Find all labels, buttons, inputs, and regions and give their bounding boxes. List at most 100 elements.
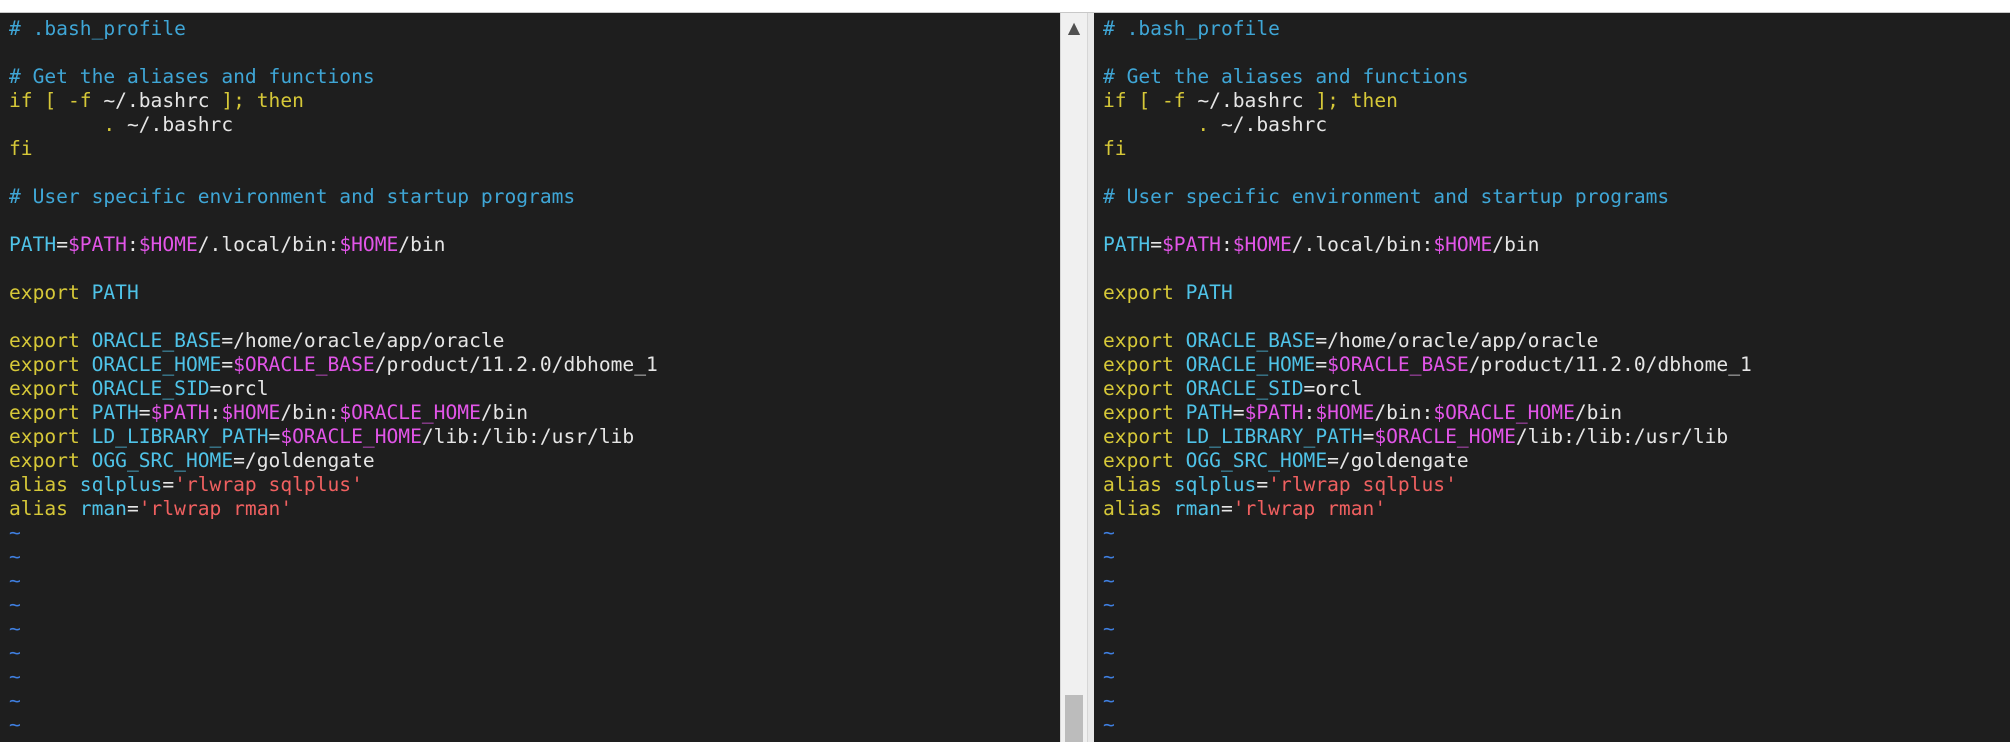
left-editor-line: ~	[9, 665, 658, 689]
code-token-comment: # User specific environment and startup …	[1103, 185, 1670, 208]
right-editor-line: if [ -f ~/.bashrc ]; then	[1103, 89, 1752, 113]
code-token-text: /lib:/lib:/usr/lib	[1515, 425, 1729, 448]
scrollbar-thumb[interactable]	[1065, 695, 1083, 742]
code-token-tilde: ~	[1103, 665, 1115, 688]
code-token-keyword: export	[9, 401, 92, 424]
code-token-string: 'rlwrap sqlplus'	[174, 473, 363, 496]
code-token-keyword: ]; then	[209, 89, 304, 112]
code-token-ident: PATH	[91, 281, 139, 304]
code-token-keyword: export	[9, 449, 92, 472]
code-token-text: =/home/oracle/app/oracle	[1315, 329, 1599, 352]
right-editor-line	[1103, 209, 1752, 233]
code-token-keyword: fi	[9, 137, 33, 160]
code-token-tilde: ~	[1103, 569, 1115, 592]
code-token-ident: rman	[79, 497, 127, 520]
code-token-text: ~/.bashrc	[1220, 113, 1328, 136]
code-token-tilde: ~	[9, 617, 21, 640]
right-editor-pane[interactable]: # .bash_profile # Get the aliases and fun…	[1094, 13, 2010, 742]
code-token-keyword: export	[1103, 329, 1186, 352]
left-editor-line: ~	[9, 569, 658, 593]
code-token-text: ~/.bashrc	[126, 113, 234, 136]
code-token-ident: ORACLE_SID	[1185, 377, 1304, 400]
code-token-ident: ORACLE_HOME	[1185, 353, 1316, 376]
code-token-text: :	[1220, 233, 1233, 256]
left-editor-line: if [ -f ~/.bashrc ]; then	[9, 89, 658, 113]
right-editor-line: export ORACLE_SID=orcl	[1103, 377, 1752, 401]
left-editor-line	[9, 41, 658, 65]
code-token-var: $HOME	[1433, 233, 1493, 256]
left-editor-pane[interactable]: # .bash_profile # Get the aliases and fun…	[0, 13, 1060, 742]
code-token-tilde: ~	[1103, 617, 1115, 640]
code-token-ident: sqlplus	[79, 473, 163, 496]
code-token-comment: # Get the aliases and functions	[1103, 65, 1469, 88]
left-pane-scrollbar[interactable]: ▲	[1060, 13, 1088, 742]
left-editor-line: export PATH=$PATH:$HOME/bin:$ORACLE_HOME…	[9, 401, 658, 425]
code-token-text: ~/.bashrc	[1197, 89, 1304, 112]
right-editor-line: export OGG_SRC_HOME=/goldengate	[1103, 449, 1752, 473]
code-token-text: =	[1315, 353, 1328, 376]
code-token-tilde: ~	[9, 689, 21, 712]
scroll-up-arrow-icon[interactable]: ▲	[1061, 17, 1087, 39]
code-token-ident: ORACLE_SID	[91, 377, 210, 400]
code-token-var: $HOME	[1232, 233, 1292, 256]
code-token-keyword: export	[9, 281, 92, 304]
code-token-text: =	[56, 233, 68, 256]
left-editor-line: alias sqlplus='rlwrap sqlplus'	[9, 473, 658, 497]
right-editor-line: ~	[1103, 521, 1752, 545]
code-token-var: $HOME	[221, 401, 281, 424]
left-editor-line: export OGG_SRC_HOME=/goldengate	[9, 449, 658, 473]
right-editor-line	[1103, 257, 1752, 281]
right-editor-line: alias sqlplus='rlwrap sqlplus'	[1103, 473, 1752, 497]
right-editor-line: export LD_LIBRARY_PATH=$ORACLE_HOME/lib:…	[1103, 425, 1752, 449]
code-token-text: =	[1220, 497, 1233, 520]
code-token-text: =/goldengate	[1327, 449, 1469, 472]
code-token-text: :	[209, 401, 222, 424]
left-editor-line: export ORACLE_BASE=/home/oracle/app/orac…	[9, 329, 658, 353]
code-token-ident: ORACLE_HOME	[91, 353, 222, 376]
code-token-ident: rman	[1173, 497, 1221, 520]
code-token-comment: # .bash_profile	[1103, 17, 1280, 40]
code-token-tilde: ~	[1103, 545, 1115, 568]
left-editor-line: ~	[9, 713, 658, 737]
code-token-text: /bin:	[1374, 401, 1434, 424]
left-editor-line	[9, 161, 658, 185]
window-top-edge	[0, 0, 2010, 13]
right-editor-buffer[interactable]: # .bash_profile # Get the aliases and fun…	[1103, 17, 1752, 737]
code-token-var: $HOME	[1315, 401, 1375, 424]
code-token-tilde: ~	[1103, 689, 1115, 712]
right-editor-line: ~	[1103, 641, 1752, 665]
code-token-var: $ORACLE_BASE	[1327, 353, 1469, 376]
code-token-keyword: export	[9, 353, 92, 376]
code-token-ident: OGG_SRC_HOME	[1185, 449, 1328, 472]
code-token-var: $ORACLE_HOME	[280, 425, 422, 448]
code-token-ident: sqlplus	[1173, 473, 1257, 496]
code-token-text: =	[1256, 473, 1269, 496]
code-token-text: /lib:/lib:/usr/lib	[421, 425, 635, 448]
code-token-tilde: ~	[1103, 641, 1115, 664]
left-editor-line: export ORACLE_SID=orcl	[9, 377, 658, 401]
code-token-keyword: fi	[1103, 137, 1127, 160]
code-token-keyword: .	[103, 113, 127, 136]
code-token-var: $HOME	[339, 233, 399, 256]
code-token-tilde: ~	[1103, 521, 1115, 544]
right-editor-line: # User specific environment and startup …	[1103, 185, 1752, 209]
code-token-keyword: export	[1103, 281, 1186, 304]
left-editor-line: . ~/.bashrc	[9, 113, 658, 137]
code-token-ident: OGG_SRC_HOME	[91, 449, 234, 472]
right-editor-line: export PATH	[1103, 281, 1752, 305]
code-token-text: :	[1303, 401, 1316, 424]
left-editor-line: fi	[9, 137, 658, 161]
code-token-tilde: ~	[9, 713, 21, 736]
left-editor-line	[9, 257, 658, 281]
code-token-tilde: ~	[1103, 593, 1115, 616]
code-token-text: /bin	[398, 233, 446, 256]
left-editor-line: export LD_LIBRARY_PATH=$ORACLE_HOME/lib:…	[9, 425, 658, 449]
code-token-keyword: export	[9, 329, 92, 352]
code-token-keyword: export	[1103, 425, 1186, 448]
left-editor-line: PATH=$PATH:$HOME/.local/bin:$HOME/bin	[9, 233, 658, 257]
left-editor-buffer[interactable]: # .bash_profile # Get the aliases and fun…	[9, 17, 658, 737]
code-token-ident: PATH	[1185, 401, 1233, 424]
code-token-tilde: ~	[9, 593, 21, 616]
left-editor-line: # User specific environment and startup …	[9, 185, 658, 209]
